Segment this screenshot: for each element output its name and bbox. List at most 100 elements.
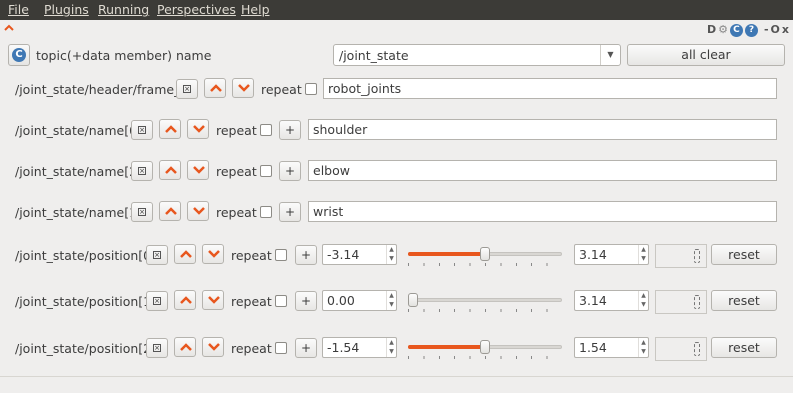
move-up-button[interactable] <box>174 244 196 264</box>
menu-help[interactable]: Help <box>241 2 270 17</box>
value-slider[interactable] <box>405 244 565 268</box>
topic-combobox[interactable]: /joint_state ▼ <box>333 44 621 66</box>
move-up-button[interactable] <box>159 201 181 221</box>
slider-handle[interactable] <box>408 293 418 307</box>
reset-button[interactable]: reset <box>711 290 777 311</box>
move-up-button[interactable] <box>159 119 181 139</box>
max-spinbox[interactable]: 3.14 ▲ ▼ <box>574 244 649 265</box>
value-slider[interactable] <box>405 290 565 314</box>
lcd-digit <box>694 295 700 309</box>
close-icon: × <box>153 297 161 305</box>
close-icon: × <box>138 208 146 216</box>
move-down-button[interactable] <box>202 290 224 310</box>
close-icon[interactable]: x <box>782 23 789 37</box>
move-down-button[interactable] <box>187 201 209 221</box>
move-down-button[interactable] <box>187 160 209 180</box>
spin-arrows-icon[interactable]: ▲ ▼ <box>386 291 396 310</box>
add-button[interactable]: + <box>279 120 301 140</box>
chevron-up-icon <box>180 343 192 351</box>
value-input[interactable]: wrist <box>308 201 777 222</box>
move-down-button[interactable] <box>232 78 254 98</box>
slider-handle[interactable] <box>480 247 490 261</box>
slider-ticks <box>408 356 562 359</box>
add-button[interactable]: + <box>279 202 301 222</box>
menu-running[interactable]: Running <box>98 2 149 17</box>
close-icon: × <box>153 251 161 259</box>
repeat-checkbox[interactable] <box>275 249 287 261</box>
add-button[interactable]: + <box>295 245 317 265</box>
lcd-digit <box>694 342 700 356</box>
value-input[interactable]: shoulder <box>308 119 777 140</box>
chevron-down-icon <box>193 207 205 215</box>
value-input[interactable]: elbow <box>308 160 777 181</box>
chevron-up-icon <box>210 84 222 92</box>
refresh-button[interactable]: C <box>8 44 30 66</box>
repeat-checkbox[interactable] <box>305 83 317 95</box>
value-text: elbow <box>313 163 350 178</box>
add-button[interactable]: + <box>279 161 301 181</box>
slider-handle[interactable] <box>480 340 490 354</box>
add-button[interactable]: + <box>295 291 317 311</box>
minimize-icon[interactable]: - <box>764 23 769 37</box>
spin-arrows-icon[interactable]: ▲ ▼ <box>386 338 396 357</box>
chevron-down-icon[interactable]: ▼ <box>600 45 620 65</box>
remove-button[interactable]: × <box>176 79 198 99</box>
remove-button[interactable]: × <box>131 161 153 181</box>
add-button[interactable]: + <box>295 338 317 358</box>
min-spinbox[interactable]: 0.00 ▲ ▼ <box>322 290 397 311</box>
remove-button[interactable]: × <box>131 202 153 222</box>
repeat-label: repeat <box>261 82 302 97</box>
slider-fill <box>408 252 485 256</box>
move-up-button[interactable] <box>204 78 226 98</box>
slider-fill <box>408 345 485 349</box>
repeat-checkbox[interactable] <box>260 124 272 136</box>
remove-button[interactable]: × <box>146 338 168 358</box>
field-name: /joint_state/position[0] <box>15 248 156 263</box>
min-value: -1.54 <box>327 340 360 355</box>
spin-arrows-icon[interactable]: ▲ ▼ <box>638 245 648 264</box>
repeat-checkbox[interactable] <box>260 165 272 177</box>
dock-icon[interactable]: D <box>707 23 716 37</box>
spin-arrows-icon[interactable]: ▲ ▼ <box>638 291 648 310</box>
refresh-icon: C <box>12 48 26 62</box>
float-icon[interactable]: O <box>771 23 780 37</box>
min-spinbox[interactable]: -3.14 ▲ ▼ <box>322 244 397 265</box>
repeat-label: repeat <box>231 294 272 309</box>
lcd-digit <box>694 249 700 263</box>
help-icon[interactable]: ? <box>744 23 758 37</box>
min-spinbox[interactable]: -1.54 ▲ ▼ <box>322 337 397 358</box>
move-up-button[interactable] <box>174 337 196 357</box>
spin-arrows-icon[interactable]: ▲ ▼ <box>638 338 648 357</box>
menu-file[interactable]: File <box>8 2 29 17</box>
menu-perspectives[interactable]: Perspectives <box>157 2 236 17</box>
gear-icon[interactable]: ⚙ <box>718 23 728 37</box>
value-slider[interactable] <box>405 337 565 361</box>
lcd-display <box>655 337 707 361</box>
move-down-button[interactable] <box>202 337 224 357</box>
collapse-caret-icon[interactable] <box>3 22 15 34</box>
reset-button[interactable]: reset <box>711 244 777 265</box>
move-up-button[interactable] <box>174 290 196 310</box>
repeat-checkbox[interactable] <box>275 295 287 307</box>
remove-button[interactable]: × <box>131 120 153 140</box>
chevron-up-icon <box>180 296 192 304</box>
move-down-button[interactable] <box>202 244 224 264</box>
value-input[interactable]: robot_joints <box>323 78 777 99</box>
field-name: /joint_state/name[1] <box>15 205 142 220</box>
remove-button[interactable]: × <box>146 291 168 311</box>
spin-arrows-icon[interactable]: ▲ ▼ <box>386 245 396 264</box>
menu-plugins[interactable]: Plugins <box>44 2 89 17</box>
table-row: /joint_state/name[1] × repeat + wrist <box>0 201 793 225</box>
move-up-button[interactable] <box>159 160 181 180</box>
repeat-checkbox[interactable] <box>260 206 272 218</box>
max-spinbox[interactable]: 3.14 ▲ ▼ <box>574 290 649 311</box>
max-spinbox[interactable]: 1.54 ▲ ▼ <box>574 337 649 358</box>
repeat-checkbox[interactable] <box>275 342 287 354</box>
all-clear-button[interactable]: all clear <box>627 44 785 66</box>
reload-icon[interactable]: C <box>729 23 743 37</box>
chevron-down-icon <box>208 343 220 351</box>
move-down-button[interactable] <box>187 119 209 139</box>
reset-button[interactable]: reset <box>711 337 777 358</box>
remove-button[interactable]: × <box>146 245 168 265</box>
chevron-down-icon <box>193 125 205 133</box>
